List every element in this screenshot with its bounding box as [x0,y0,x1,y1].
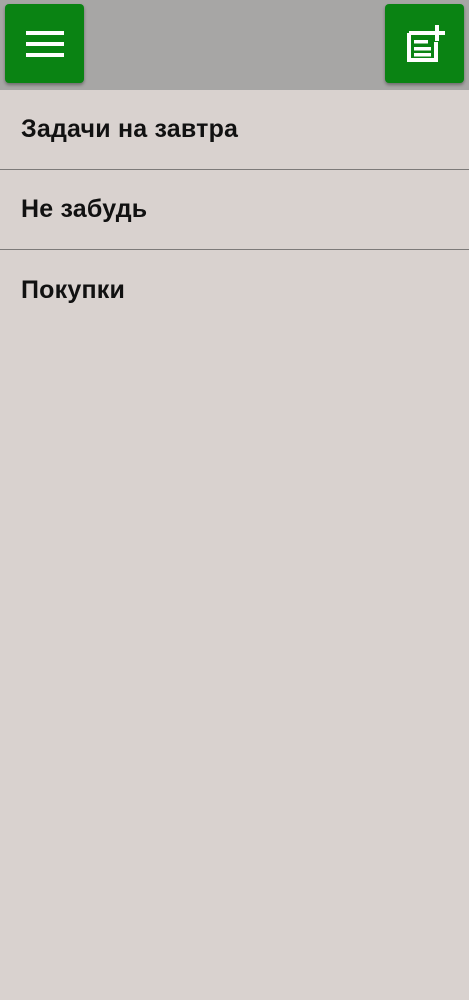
add-note-icon [406,24,445,62]
list-item[interactable]: Покупки [0,250,469,330]
hamburger-menu-icon [25,30,64,57]
menu-button[interactable] [5,4,84,83]
notes-list: Задачи на завтра Не забудь Покупки [0,90,469,330]
list-item-label: Покупки [21,275,126,304]
list-item-label: Не забудь [21,195,148,223]
list-item-label: Задачи на завтра [21,115,239,143]
top-toolbar [0,0,469,90]
list-item[interactable]: Не забудь [0,170,469,250]
add-note-button[interactable] [385,4,464,83]
list-item[interactable]: Задачи на завтра [0,90,469,170]
